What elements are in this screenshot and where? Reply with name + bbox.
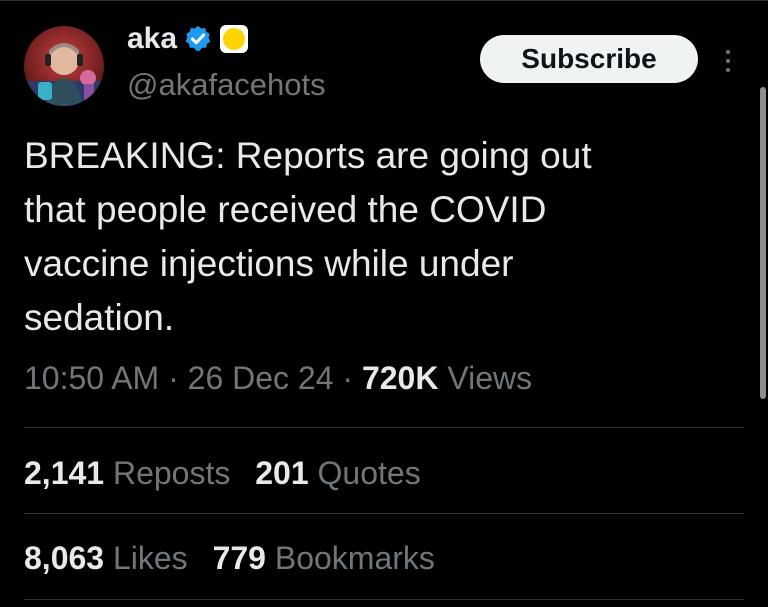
quotes-stat[interactable]: 201 Quotes: [255, 453, 420, 493]
avatar-image: [24, 26, 104, 106]
meta-separator: ·: [168, 360, 179, 396]
bookmarks-count: 779: [212, 540, 266, 576]
views-label: Views: [447, 360, 533, 396]
divider: [24, 427, 744, 428]
stats-row-likes-bookmarks: 8,063 Likes 779 Bookmarks: [24, 538, 435, 578]
tweet-text-line: sedation.: [24, 297, 175, 338]
subscribe-button[interactable]: Subscribe: [480, 35, 698, 83]
author-display-name[interactable]: aka: [127, 21, 177, 57]
likes-label: Likes: [112, 540, 188, 576]
likes-count: 8,063: [24, 540, 105, 576]
reposts-count: 2,141: [24, 455, 105, 491]
divider: [24, 599, 744, 600]
meta-separator: ·: [342, 360, 354, 396]
tweet-text-line: vaccine injections while under: [24, 243, 514, 284]
divider: [24, 513, 744, 514]
views-count: 720K: [361, 360, 439, 396]
tweet-text-line: that people received the COVID: [24, 189, 547, 230]
tweet-time[interactable]: 10:50 AM: [24, 360, 159, 396]
reposts-stat[interactable]: 2,141 Reposts: [24, 453, 230, 493]
tweet-card: aka @akafacehots Subscribe BREAKING: Rep…: [0, 0, 768, 607]
reposts-label: Reposts: [112, 455, 231, 491]
avatar[interactable]: [24, 26, 104, 106]
tweet-meta: 10:50 AM · 26 Dec 24 · 720K Views: [24, 358, 532, 398]
tweet-date[interactable]: 26 Dec 24: [188, 360, 334, 396]
more-dot: [726, 50, 730, 54]
bookmarks-label: Bookmarks: [274, 540, 435, 576]
stats-row-reposts-quotes: 2,141 Reposts 201 Quotes: [24, 453, 421, 493]
quotes-count: 201: [255, 455, 309, 491]
more-dot: [726, 59, 730, 63]
more-dot: [726, 68, 730, 72]
scrollbar[interactable]: [760, 87, 766, 399]
more-vertical-icon[interactable]: [718, 41, 738, 81]
tweet-text-line: BREAKING: Reports are going out: [24, 135, 592, 176]
author-handle[interactable]: @akafacehots: [127, 67, 326, 103]
gold-circle-icon: [219, 24, 249, 54]
verified-badge-icon: [183, 24, 213, 54]
quotes-label: Quotes: [317, 455, 421, 491]
tweet-text: BREAKING: Reports are going out that peo…: [24, 129, 724, 345]
likes-stat[interactable]: 8,063 Likes: [24, 538, 188, 578]
bookmarks-stat[interactable]: 779 Bookmarks: [213, 538, 435, 578]
author-name-row: aka: [127, 21, 249, 57]
